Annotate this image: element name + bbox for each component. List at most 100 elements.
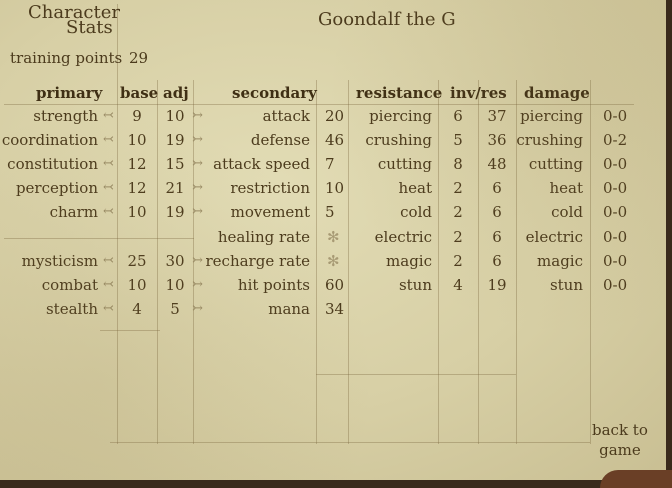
back-to-game-button[interactable]: back to game [592,420,648,460]
character-name: Goondalf the G [318,9,456,30]
damage-label: piercing [520,107,583,125]
divider [590,80,591,444]
damage-value: 0-0 [603,228,628,246]
divider [4,238,194,239]
arrow-left-icon[interactable]: ↢ [103,276,114,294]
stat-base-constitution: 12 [127,155,147,173]
divider [316,80,317,444]
res-value: 6 [492,252,502,270]
header-adj: adj [163,84,189,102]
resistance-label: heat [398,179,432,197]
resistance-label: cutting [377,155,432,173]
arrow-left-icon[interactable]: ↢ [103,107,114,125]
inv-value: 2 [453,228,463,246]
stat-adj-coordination: 19 [165,131,185,149]
header-secondary: secondary [232,84,317,102]
resistance-label: piercing [369,107,432,125]
stat-adj-charm: 19 [165,203,185,221]
secondary-value: 5 [325,203,335,221]
divider [117,4,118,444]
arrow-left-icon[interactable]: ↢ [103,155,114,173]
character-stats-sheet: Character Stats Goondalf the G training … [0,0,666,480]
arrow-left-icon[interactable]: ↢ [103,300,114,318]
header-primary: primary [36,84,103,102]
stat-label-coordination: coordination [1,131,98,149]
damage-label: electric [525,228,583,246]
back-button-line2: game [599,441,641,459]
secondary-label: restriction [230,179,310,197]
damage-value: 0-0 [603,276,628,294]
resistance-label: magic [386,252,432,270]
inv-value: 2 [453,252,463,270]
stat-label-mysticism: mysticism [21,252,98,270]
secondary-label: recharge rate [205,252,311,270]
inv-value: 2 [453,179,463,197]
secondary-value: 60 [325,276,345,294]
damage-value: 0-0 [603,203,628,221]
stat-adj-mysticism: 30 [165,252,185,270]
divider [100,330,160,331]
res-value: 19 [487,276,507,294]
secondary-value: 34 [325,300,345,318]
res-value: 6 [492,179,502,197]
secondary-value: ✻ [327,228,340,246]
secondary-label: movement [230,203,310,221]
character-hand-decoration [600,470,672,488]
resistance-label: stun [398,276,432,294]
res-value: 37 [487,107,507,125]
header-resistance: resistance [356,84,443,102]
damage-label: cold [551,203,583,221]
secondary-label: defense [250,131,310,149]
secondary-value: 46 [325,131,345,149]
stat-base-combat: 10 [127,276,147,294]
secondary-value: 20 [325,107,345,125]
inv-value: 5 [453,131,463,149]
stat-adj-strength: 10 [165,107,185,125]
damage-label: stun [549,276,583,294]
secondary-value: 10 [325,179,345,197]
inv-value: 4 [453,276,463,294]
secondary-label: mana [268,300,310,318]
stat-base-perception: 12 [127,179,147,197]
damage-label: magic [537,252,583,270]
divider [478,80,479,444]
stat-label-combat: combat [41,276,98,294]
resistance-label: crushing [365,131,432,149]
stat-base-coordination: 10 [127,131,147,149]
arrow-left-icon[interactable]: ↢ [103,179,114,197]
secondary-label: healing rate [217,228,310,246]
arrow-left-icon[interactable]: ↢ [103,131,114,149]
divider [157,80,158,444]
damage-label: heat [549,179,583,197]
damage-value: 0-0 [603,107,628,125]
res-value: 48 [487,155,507,173]
resistance-label: cold [400,203,432,221]
header-damage: damage [524,84,590,102]
stat-adj-combat: 10 [165,276,185,294]
res-value: 6 [492,203,502,221]
stat-base-mysticism: 25 [127,252,147,270]
stat-adj-constitution: 15 [165,155,185,173]
damage-label: cutting [528,155,583,173]
arrow-left-icon[interactable]: ↢ [103,252,114,270]
arrow-left-icon[interactable]: ↢ [103,203,114,221]
stat-label-strength: strength [33,107,98,125]
stat-base-strength: 9 [132,107,142,125]
damage-value: 0-0 [603,252,628,270]
divider [438,80,439,444]
secondary-value: ✻ [327,252,340,270]
res-value: 36 [487,131,507,149]
stat-label-charm: charm [49,203,98,221]
damage-label: crushing [516,131,583,149]
screen-title-line2: Stats [66,17,113,38]
divider [348,80,349,444]
stat-adj-perception: 21 [165,179,185,197]
inv-value: 8 [453,155,463,173]
secondary-value: 7 [325,155,335,173]
res-value: 6 [492,228,502,246]
damage-value: 0-2 [603,131,628,149]
header-underline [4,104,634,105]
header-inv-res: inv/res [450,84,507,102]
divider [110,442,590,443]
stat-base-stealth: 4 [132,300,142,318]
